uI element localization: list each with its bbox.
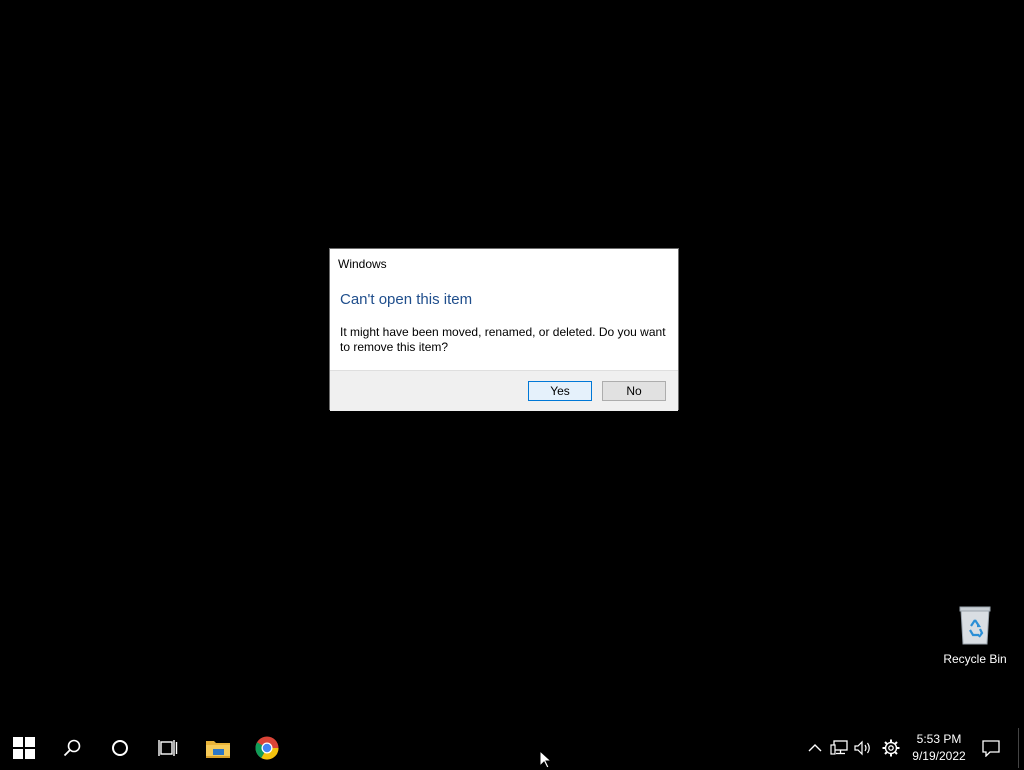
yes-button[interactable]: Yes [528,381,592,401]
gear-icon [882,739,900,757]
cortana-button[interactable] [96,728,144,768]
recycle-bin-shortcut[interactable]: Recycle Bin [940,600,1010,672]
show-desktop-divider[interactable] [1018,728,1019,768]
taskbar-clock[interactable]: 5:53 PM 9/19/2022 [904,728,974,768]
folder-icon [206,741,230,758]
error-dialog: Windows Can't open this item It might ha… [329,248,679,411]
chrome-icon [255,736,279,760]
recycle-bin-label: Recycle Bin [943,652,1007,666]
clock-time: 5:53 PM [916,732,962,746]
desktop: Windows Can't open this item It might ha… [0,0,1024,728]
mouse-cursor-icon [539,750,553,769]
recycle-bin-icon [959,606,991,645]
dialog-message: It might have been moved, renamed, or de… [340,325,666,354]
network-icon [830,740,848,755]
action-center-button[interactable] [979,728,1003,768]
task-view-icon [158,740,178,756]
network-button[interactable] [827,728,851,768]
start-button[interactable] [0,728,48,768]
chrome-button[interactable] [243,728,291,768]
clock-date: 9/19/2022 [912,749,966,763]
search-icon [63,739,81,757]
dialog-heading: Can't open this item [340,291,473,308]
task-view-button[interactable] [144,728,192,768]
taskbar: 5:53 PM 9/19/2022 [0,728,1024,768]
volume-icon [854,740,870,756]
dialog-title: Windows [338,257,387,271]
search-button[interactable] [48,728,96,768]
settings-tray-button[interactable] [879,728,903,768]
no-button[interactable]: No [602,381,666,401]
file-explorer-button[interactable] [194,728,242,768]
windows-logo-icon [13,737,35,759]
chevron-up-icon [808,744,822,752]
show-hidden-icons-button[interactable] [803,728,827,768]
volume-button[interactable] [851,728,875,768]
dialog-footer: Yes No [330,370,678,411]
cortana-circle-icon [112,740,128,756]
action-center-icon [982,739,1000,757]
